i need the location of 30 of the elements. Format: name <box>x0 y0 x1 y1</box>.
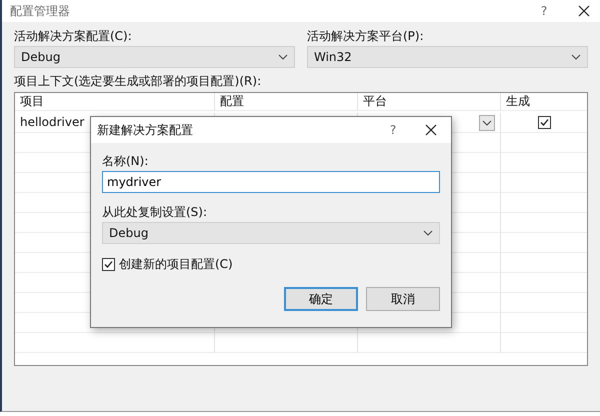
dropdown-button[interactable] <box>479 114 495 130</box>
column-header: 平台 <box>363 94 387 109</box>
window-title: 配置管理器 <box>10 2 71 20</box>
dialog-button[interactable]: 确定 <box>284 287 358 311</box>
name-input[interactable]: mydriver <box>102 171 440 193</box>
checkbox[interactable] <box>102 258 115 271</box>
table-cell: hellodriver <box>20 115 84 130</box>
column-header: 配置 <box>220 94 244 109</box>
field-label: 名称(N): <box>102 154 150 169</box>
checkbox-label: 创建新的项目配置(C) <box>119 256 233 273</box>
chevron-icon <box>571 54 581 60</box>
dialog-button[interactable]: 取消 <box>366 287 440 311</box>
copy-dropdown[interactable]: Debug <box>102 222 440 244</box>
column-header: 生成 <box>506 94 530 109</box>
checkbox[interactable] <box>538 116 550 129</box>
field-label: 从此处复制设置(S): <box>102 205 208 220</box>
field-label: 活动解决方案配置(C): <box>14 29 133 44</box>
platform-dropdown[interactable]: Win32 <box>307 46 588 68</box>
chevron-icon <box>482 120 492 126</box>
field-label: 活动解决方案平台(P): <box>307 29 425 44</box>
chevron-icon <box>278 54 288 60</box>
dialog-title: 新建解决方案配置 <box>97 122 194 138</box>
help-button[interactable]: ? <box>532 4 556 18</box>
table-label: 项目上下文(选定要生成或部署的项目配置)(R): <box>14 74 262 89</box>
config-dropdown[interactable]: Debug <box>14 46 295 68</box>
close-icon[interactable] <box>425 124 437 136</box>
column-header: 项目 <box>20 94 44 109</box>
chevron-icon <box>423 230 433 236</box>
help-button[interactable]: ? <box>381 123 405 137</box>
close-icon[interactable] <box>578 5 590 17</box>
